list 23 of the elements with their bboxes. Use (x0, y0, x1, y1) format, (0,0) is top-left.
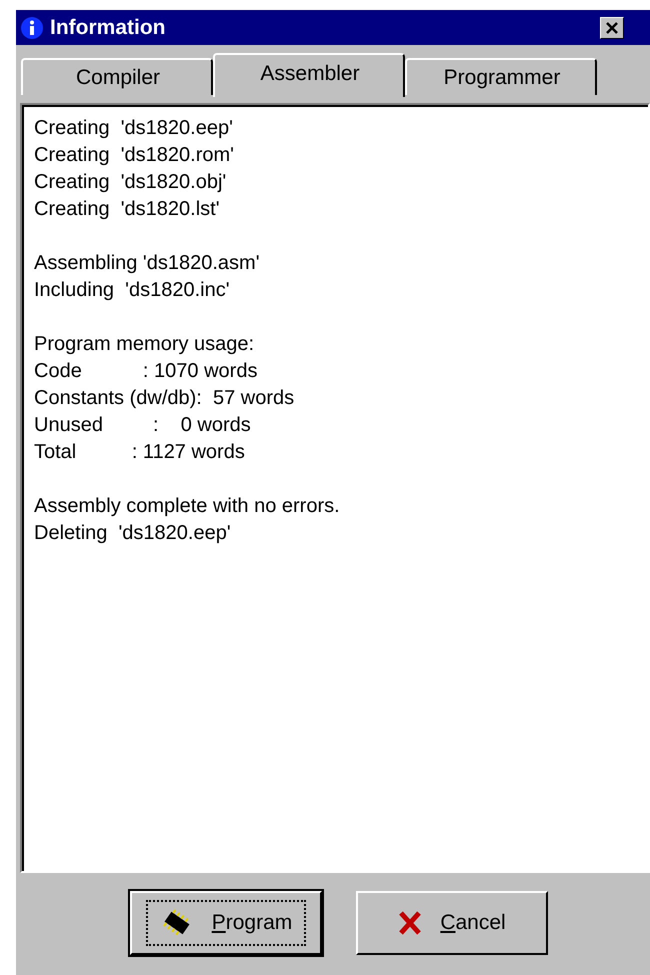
log-line: Program memory usage: (34, 332, 254, 357)
tab[interactable]: Programmer (405, 58, 597, 95)
close-icon (605, 20, 619, 34)
tab[interactable]: Compiler (21, 58, 213, 95)
log-line: Creating 'ds1820.lst' (34, 197, 220, 222)
tab[interactable]: Assembler (213, 53, 405, 97)
log-line: Including 'ds1820.inc' (34, 278, 230, 303)
program-button[interactable]: Program (130, 891, 322, 955)
log-line: Creating 'ds1820.obj' (34, 170, 226, 195)
log-line: Deleting 'ds1820.eep' (34, 521, 231, 546)
cancel-button[interactable]: Cancel (356, 891, 548, 955)
cross-icon (398, 910, 422, 936)
window-title: Information (50, 16, 166, 40)
close-button[interactable] (600, 16, 624, 38)
log-line: Unused : 0 words (34, 413, 251, 438)
log-line: Creating 'ds1820.eep' (34, 116, 233, 141)
log-line: Code : 1070 words (34, 359, 258, 384)
log-line: Constants (dw/db): 57 words (34, 386, 294, 411)
log-line: Assembling 'ds1820.asm' (34, 251, 260, 276)
info-icon (20, 16, 44, 40)
log-line: Total : 1127 words (34, 440, 245, 465)
log-line: Creating 'ds1820.rom' (34, 143, 234, 168)
log-line: Assembly complete with no errors. (34, 494, 340, 519)
